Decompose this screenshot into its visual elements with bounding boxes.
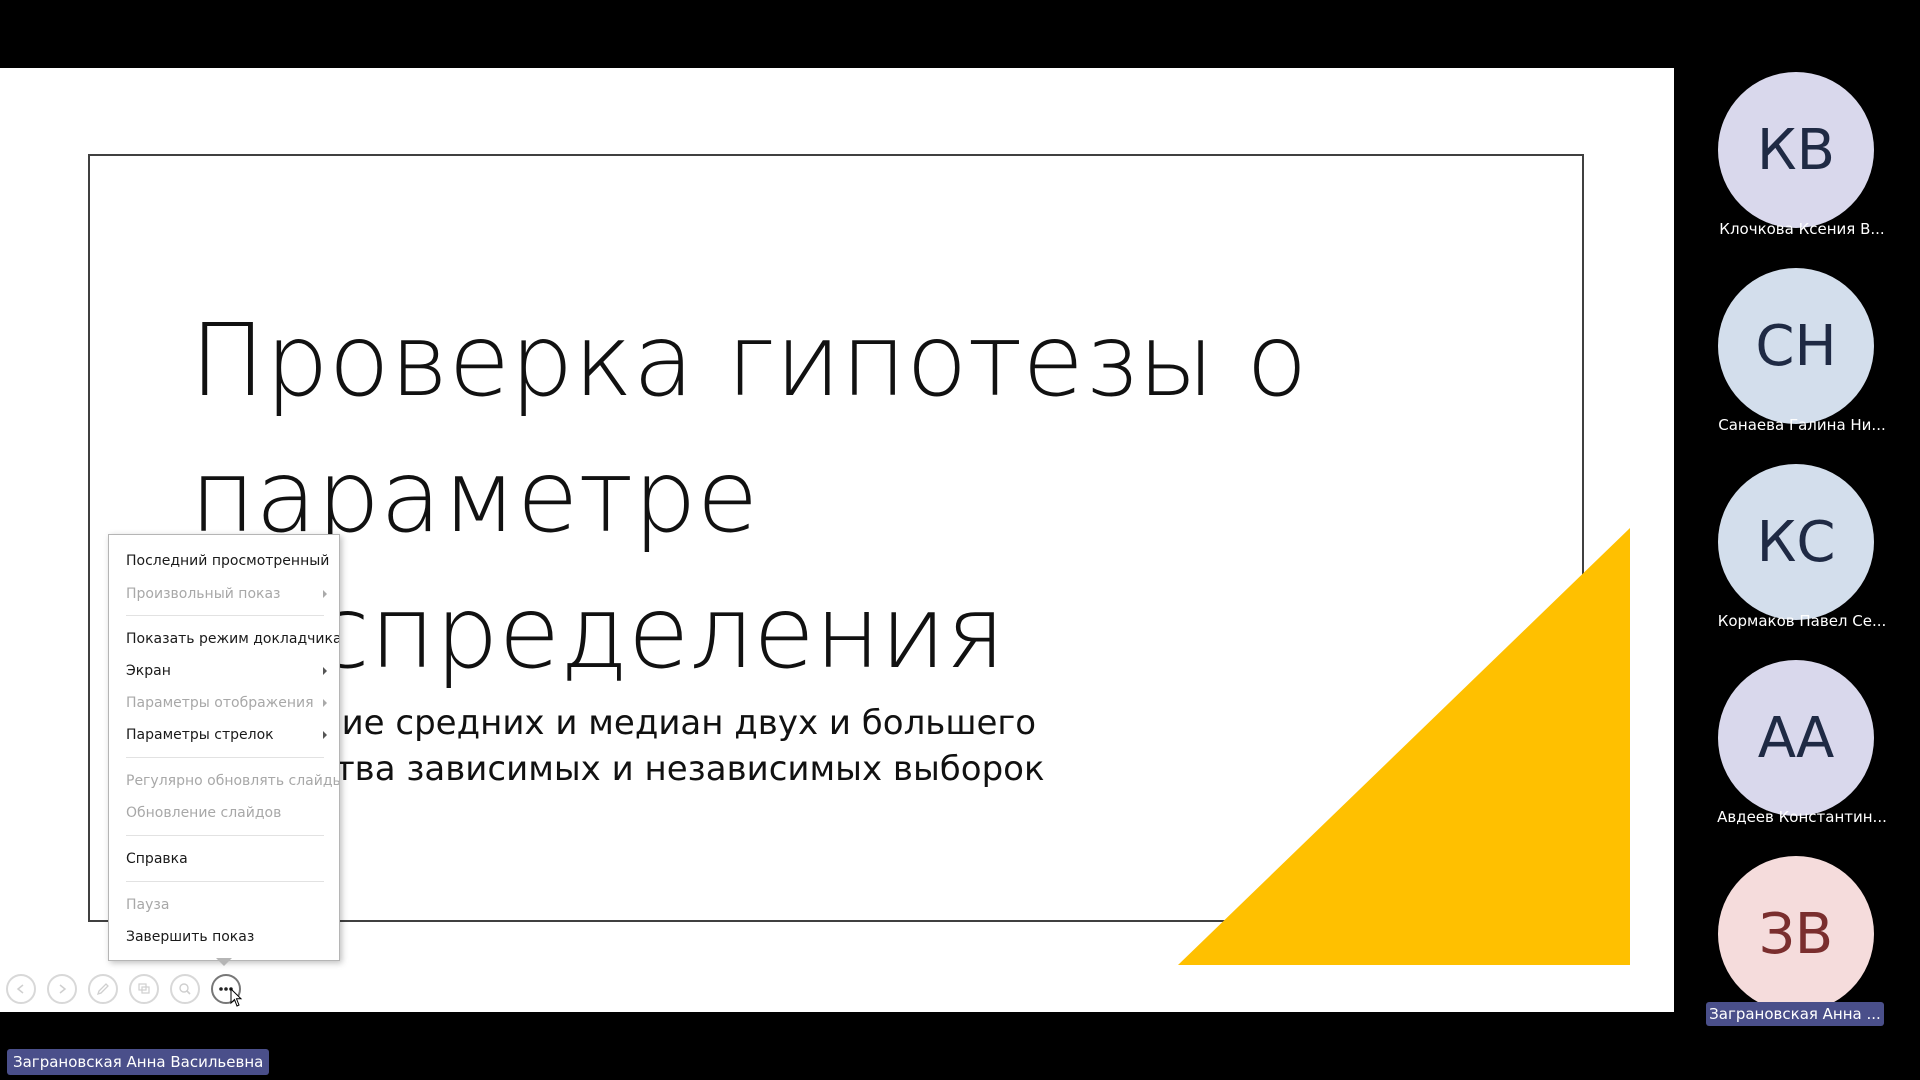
slideshow-context-menu: Последний просмотренный Произвольный пок… [108,534,340,961]
menu-item-label: Пауза [126,897,170,913]
participant-tile[interactable]: АА Авдеев Константин... [1712,660,1912,826]
chevron-right-icon [323,699,327,707]
menu-item-label: Показать режим докладчика [126,631,339,647]
menu-separator [126,757,324,758]
participant-tile[interactable]: ЗВ [1712,856,1912,1016]
previous-slide-icon [16,984,24,994]
menu-item-label: Последний просмотренный [126,553,330,569]
menu-item-last-viewed[interactable]: Последний просмотренный [109,545,339,577]
next-slide-button[interactable] [47,974,77,1004]
zoom-icon [179,983,191,995]
menu-item-label: Экран [126,663,171,679]
participant-name: Клочкова Ксения В... [1719,220,1885,238]
menu-item-refresh-slides: Обновление слайдов [109,797,339,829]
menu-item-custom-show: Произвольный показ [109,578,339,610]
chevron-right-icon [323,667,327,675]
menu-item-auto-refresh: Регулярно обновлять слайды [109,765,339,797]
menu-item-display-settings: Параметры отображения [109,687,339,719]
menu-item-pause: Пауза [109,889,339,921]
participant-tile[interactable]: КС Кормаков Павел Се... [1712,464,1912,630]
avatar: КС [1718,464,1874,620]
menu-item-label: Завершить показ [126,929,255,945]
avatar: КВ [1718,72,1874,228]
participant-name: Авдеев Константин... [1717,808,1887,826]
menu-item-arrow-options[interactable]: Параметры стрелок [109,719,339,751]
menu-item-help[interactable]: Справка [109,843,339,875]
see-all-slides-button[interactable] [129,974,159,1004]
menu-separator [126,881,324,882]
speaker-name-label: Заграновская Анна Васильевна [7,1049,270,1075]
slide-subtitle: Сравнение средних и медиан двух и больше… [190,703,1045,789]
menu-item-label: Регулярно обновлять слайды [126,773,339,789]
menu-separator [126,615,324,616]
avatar: СН [1718,268,1874,424]
pen-button[interactable] [88,974,118,1004]
menu-item-label: Обновление слайдов [126,805,282,821]
menu-item-label: Произвольный показ [126,586,281,602]
avatar: ЗВ [1718,856,1874,1012]
next-slide-icon [59,984,67,994]
menu-item-end-show[interactable]: Завершить показ [109,921,339,953]
menu-item-label: Справка [126,851,188,867]
participant-tile[interactable]: КВ Клочкова Ксения В... [1712,72,1912,238]
chevron-right-icon [323,590,327,598]
menu-item-label: Параметры отображения [126,695,314,711]
slide-title: Проверка гипотезы о параметре распределе… [190,302,1308,691]
menu-item-presenter-view[interactable]: Показать режим докладчика [109,623,339,655]
previous-slide-button[interactable] [6,974,36,1004]
menu-pointer [216,958,232,966]
menu-item-label: Параметры стрелок [126,727,274,743]
zoom-button[interactable] [170,974,200,1004]
participant-name: Кормаков Павел Се... [1717,612,1887,630]
active-speaker-name: Заграновская Анна ... [1706,1002,1884,1026]
participant-name: Санаева Галина Ни... [1718,416,1886,434]
avatar: АА [1718,660,1874,816]
participant-tile[interactable]: СН Санаева Галина Ни... [1712,268,1912,434]
pen-icon [96,983,109,996]
see-all-slides-icon [138,983,150,994]
chevron-right-icon [323,731,327,739]
menu-item-screen[interactable]: Экран [109,655,339,687]
menu-separator [126,835,324,836]
mouse-cursor-icon [230,988,243,1007]
